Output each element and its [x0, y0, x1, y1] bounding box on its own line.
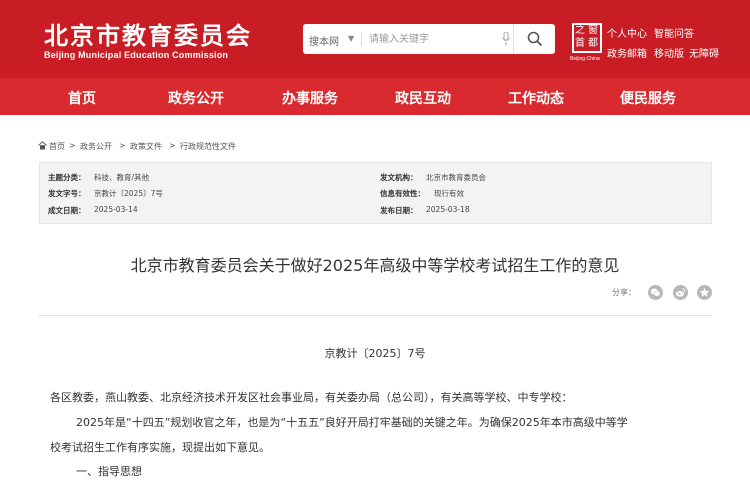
document-meta-table: 主题分类： 科技、教育/其他 发文字号： 京教计〔2025〕7号 成文日期： 2…	[39, 162, 712, 224]
search-icon	[527, 31, 543, 47]
search-input[interactable]	[369, 30, 497, 48]
search-button[interactable]	[513, 24, 555, 54]
nav-item-public-services[interactable]: 便民服务	[620, 88, 676, 108]
nav-item-gov-affairs[interactable]: 政务公开	[168, 88, 224, 108]
emblem-caption: Beijing·China	[570, 56, 600, 62]
capital-window-emblem[interactable]: 之 首 窗 都	[572, 23, 602, 53]
document-number: 京教计〔2025〕7号	[324, 347, 426, 360]
emblem-char: 窗	[588, 25, 598, 36]
nav-item-home[interactable]: 首页	[68, 88, 96, 108]
article-title: 北京市教育委员会关于做好2025年高级中等学校考试招生工作的意见	[130, 256, 620, 275]
home-icon	[38, 141, 47, 150]
section-heading: 一、指导思想	[76, 465, 142, 478]
meta-docno-label: 发文字号：	[48, 189, 86, 198]
meta-pubdate-value: 2025-03-18	[426, 205, 470, 214]
mobile-version-link[interactable]: 移动版	[654, 45, 684, 60]
breadcrumb-home[interactable]: 首页	[49, 141, 65, 152]
meta-topic-label: 主题分类：	[48, 173, 86, 182]
meta-topic-value: 科技、教育/其他	[94, 173, 150, 182]
site-logo-english[interactable]: Beijing Municipal Education Commission	[44, 50, 228, 60]
nav-item-work-news[interactable]: 工作动态	[508, 88, 564, 108]
breadcrumb-separator: >	[69, 141, 76, 150]
weibo-share-icon[interactable]	[673, 285, 688, 300]
breadcrumb-gov-affairs[interactable]: 政务公开	[80, 141, 112, 152]
site-header: 北京市教育委员会 Beijing Municipal Education Com…	[0, 0, 750, 78]
nav-item-interaction[interactable]: 政民互动	[395, 88, 451, 108]
breadcrumb-policy-docs[interactable]: 政策文件	[130, 141, 162, 152]
emblem-char: 之	[575, 25, 585, 36]
emblem-char: 首	[575, 38, 585, 49]
meta-docno-value: 京教计〔2025〕7号	[94, 189, 163, 198]
wechat-share-icon[interactable]	[648, 285, 663, 300]
intro-paragraph-line1: 2025年是“十四五”规划收官之年，也是为“十五五”良好开局打牢基础的关键之年。…	[76, 416, 628, 429]
meta-validity-label: 信息有效性：	[380, 189, 425, 198]
accessibility-link[interactable]: 无障碍	[689, 45, 719, 60]
chevron-down-icon[interactable]: ▼	[348, 34, 354, 43]
main-nav: 首页 政务公开 办事服务 政民互动 工作动态 便民服务	[0, 78, 750, 115]
search-scope-select[interactable]: 搜本网	[309, 33, 339, 48]
meta-date-label: 成文日期：	[48, 206, 86, 215]
meta-issuer-value: 北京市教育委员会	[426, 173, 486, 182]
addressee-paragraph: 各区教委，燕山教委、北京经济技术开发区社会事业局，有关委办局（总公司），有关高等…	[50, 391, 573, 404]
site-logo-chinese[interactable]: 北京市教育委员会	[44, 16, 252, 51]
search-box: 搜本网 ▼	[303, 24, 555, 54]
search-separator	[361, 32, 362, 46]
personal-center-link[interactable]: 个人中心	[607, 25, 647, 40]
smart-qa-link[interactable]: 智能问答	[654, 25, 694, 40]
breadcrumb-normative-docs[interactable]: 行政规范性文件	[180, 141, 236, 152]
wechat-icon	[650, 288, 661, 297]
star-icon	[699, 287, 710, 297]
meta-issuer-label: 发文机构：	[380, 173, 418, 182]
meta-date-value: 2025-03-14	[94, 205, 138, 214]
share-label: 分享：	[612, 288, 636, 297]
meta-pubdate-label: 发布日期：	[380, 206, 418, 215]
microphone-icon[interactable]	[502, 32, 510, 46]
weibo-icon	[676, 288, 686, 297]
gov-mail-link[interactable]: 政务邮箱	[607, 45, 647, 60]
favorite-share-icon[interactable]	[697, 285, 712, 300]
intro-paragraph-line2: 校考试招生工作有序实施，现提出如下意见。	[50, 441, 270, 454]
emblem-char: 都	[588, 38, 598, 49]
meta-validity-value: 现行有效	[434, 189, 464, 198]
nav-item-services[interactable]: 办事服务	[282, 88, 338, 108]
breadcrumb-separator: >	[169, 141, 176, 150]
breadcrumb-separator: >	[119, 141, 126, 150]
content-divider	[38, 315, 712, 316]
